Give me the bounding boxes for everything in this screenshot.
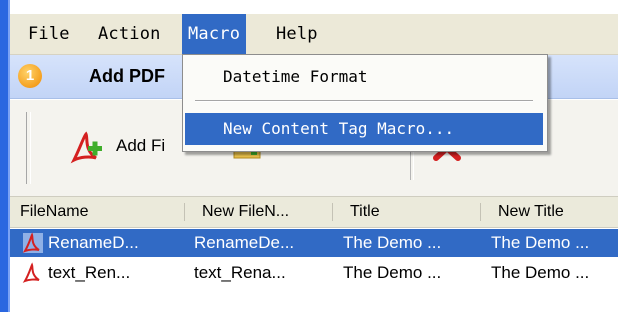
table-row[interactable]: RenameD... RenameDe... The Demo ... The … [10,229,618,257]
column-header-new-filename[interactable]: New FileN... [202,197,289,227]
window-frame-edge [0,0,8,312]
step-number-badge: 1 [18,64,42,88]
macro-dropdown-menu: Datetime Format New Content Tag Macro... [182,54,548,152]
add-files-label: Add Fi [116,136,166,155]
column-divider[interactable] [480,203,481,221]
column-header-title[interactable]: Title [350,197,380,227]
menu-help[interactable]: Help [270,14,324,54]
table-row[interactable]: text_Ren... text_Rena... The Demo ... Th… [10,259,618,287]
menu-separator [195,100,533,102]
application-window: File Action Macro Help 1 Add PDF Add Fi … [0,0,618,312]
cell-filename: RenameD... [48,233,139,252]
cell-new-filename: RenameDe... [194,233,295,252]
cell-title: The Demo ... [343,233,442,252]
toolbar-grip[interactable] [26,112,31,184]
pdf-add-icon [70,131,102,164]
step-title: Add PDF [89,66,165,86]
menu-bar: File Action Macro Help [10,14,618,55]
column-divider[interactable] [332,203,333,221]
menu-file[interactable]: File [22,14,76,54]
column-header-new-title[interactable]: New Title [498,197,564,227]
menu-macro[interactable]: Macro [182,14,247,54]
cell-new-title: The Demo ... [491,233,590,252]
cell-new-title: The Demo ... [491,263,590,282]
cell-filename: text_Ren... [48,263,131,282]
file-table-header: FileName New FileN... Title New Title [10,196,618,228]
menu-item-datetime-format[interactable]: Datetime Format [185,61,543,93]
pdf-file-icon [22,232,43,253]
menu-action[interactable]: Action [92,14,167,54]
column-header-filename[interactable]: FileName [20,197,88,227]
pdf-file-icon [22,262,40,283]
column-divider[interactable] [184,203,185,221]
cell-title: The Demo ... [343,263,442,282]
cell-new-filename: text_Rena... [194,263,286,282]
menu-item-new-content-tag-macro[interactable]: New Content Tag Macro... [185,113,543,145]
